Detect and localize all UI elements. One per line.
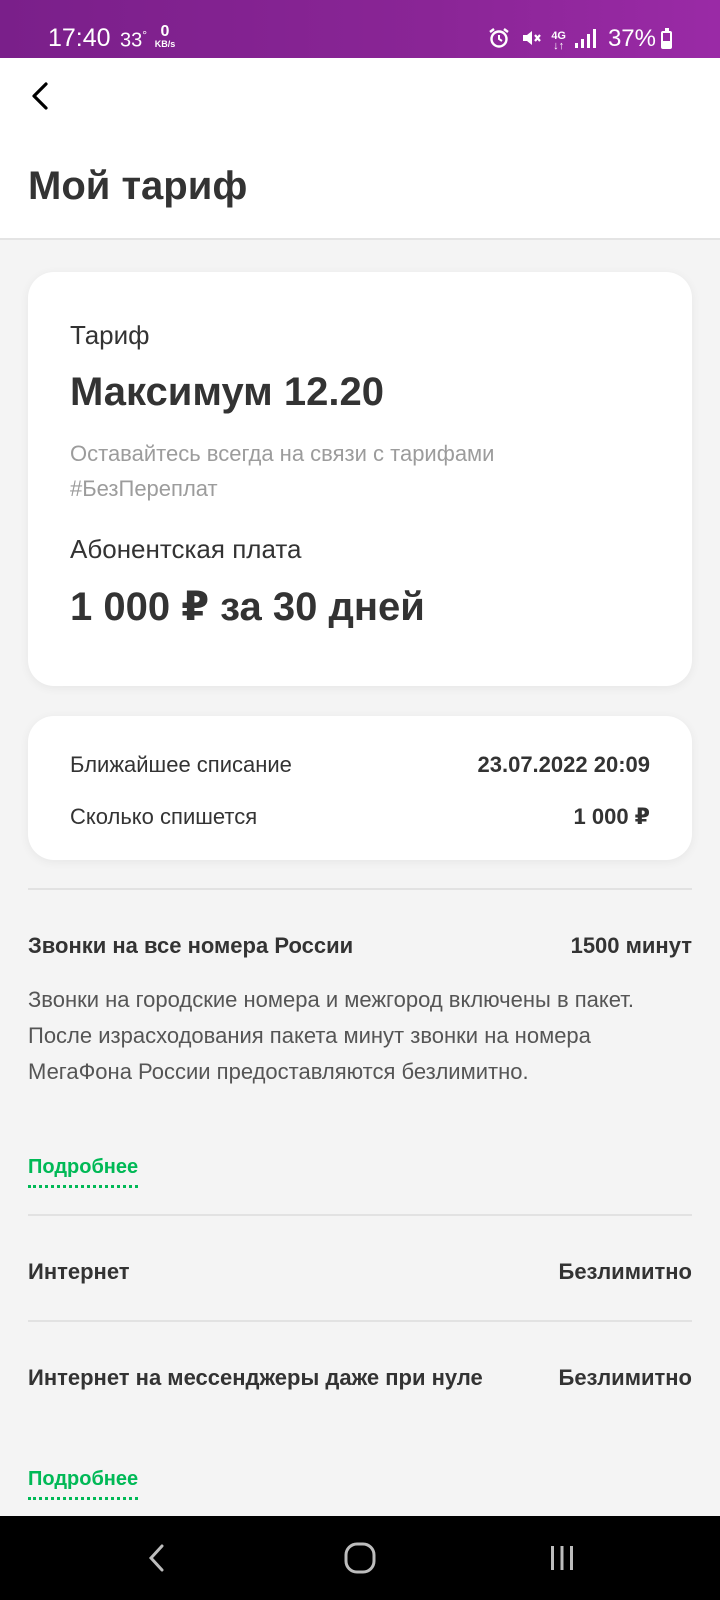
battery-percentage: 37% xyxy=(607,25,656,52)
network-type-label: 4G xyxy=(551,29,566,42)
alarm-icon xyxy=(487,26,511,55)
feature-messengers-title: Интернет на мессенджеры даже при нуле xyxy=(28,1365,483,1390)
tariff-name: Максимум 12.20 xyxy=(70,370,384,414)
feature-calls-value: 1500 минут xyxy=(570,933,692,958)
back-icon xyxy=(148,1544,164,1572)
charge-amount-label: Сколько спишется xyxy=(70,804,258,829)
page-title: Мой тариф xyxy=(28,164,248,208)
status-time: 17:40 xyxy=(48,24,111,52)
next-charge-value: 23.07.2022 20:09 xyxy=(477,752,651,777)
back-button[interactable] xyxy=(20,76,60,116)
system-nav-bar xyxy=(0,1516,720,1600)
subscription-fee-label: Абонентская плата xyxy=(70,534,302,564)
battery-icon xyxy=(661,28,672,49)
feature-internet-row: Интернет Безлимитно xyxy=(28,1254,692,1289)
home-icon xyxy=(344,1542,376,1574)
feature-messengers-more-link[interactable]: Подробнее xyxy=(28,1468,139,1500)
network-speed-unit: KB/s xyxy=(154,39,176,49)
signal-icon xyxy=(574,27,596,54)
nav-recents-button[interactable] xyxy=(540,1536,584,1580)
tariff-label: Тариф xyxy=(70,320,150,350)
tariff-description: Оставайтесь всегда на связи с тарифами #… xyxy=(70,441,495,501)
network-speed-value: 0 xyxy=(160,23,170,40)
billing-card: Ближайшее списание 23.07.2022 20:09 Скол… xyxy=(28,716,692,860)
divider xyxy=(28,1214,692,1216)
charge-amount-value: 1 000 ₽ xyxy=(573,804,650,829)
feature-internet-value: Безлимитно xyxy=(558,1259,693,1284)
network-speed: 0 KB/s xyxy=(152,24,178,49)
subscription-fee: 1 000 ₽ за 30 дней xyxy=(70,585,425,629)
tariff-card: Тариф Максимум 12.20 Оставайтесь всегда … xyxy=(28,272,692,686)
divider xyxy=(28,1320,692,1322)
feature-calls-more-link[interactable]: Подробнее xyxy=(28,1156,139,1188)
nav-back-button[interactable] xyxy=(135,1536,179,1580)
feature-calls-description: Звонки на городские номера и межгород вк… xyxy=(28,987,635,1084)
feature-calls-title: Звонки на все номера России xyxy=(28,933,354,958)
page-header: Мой тариф xyxy=(0,58,720,240)
divider xyxy=(28,888,692,890)
feature-messengers-value: Безлимитно xyxy=(558,1365,693,1390)
chevron-left-icon xyxy=(32,82,48,110)
feature-internet-title: Интернет xyxy=(28,1259,130,1284)
feature-messengers-row: Интернет на мессенджеры даже при нуле Бе… xyxy=(28,1360,692,1395)
nav-home-button[interactable] xyxy=(338,1536,382,1580)
status-bar: 17:40 33° 0 KB/s 4G ↓↑ 37% xyxy=(0,0,720,58)
recents-icon xyxy=(551,1546,573,1570)
mute-icon xyxy=(519,26,543,55)
charge-amount-row: Сколько спишется 1 000 ₽ xyxy=(70,804,650,830)
next-charge-label: Ближайшее списание xyxy=(70,752,292,777)
feature-calls-row: Звонки на все номера России 1500 минут xyxy=(28,928,692,963)
temperature-value: 33 xyxy=(120,29,143,52)
status-temperature: 33° xyxy=(120,28,147,53)
degree-sign: ° xyxy=(142,28,148,42)
4g-icon: 4G ↓↑ xyxy=(551,29,566,52)
next-charge-row: Ближайшее списание 23.07.2022 20:09 xyxy=(70,752,650,778)
